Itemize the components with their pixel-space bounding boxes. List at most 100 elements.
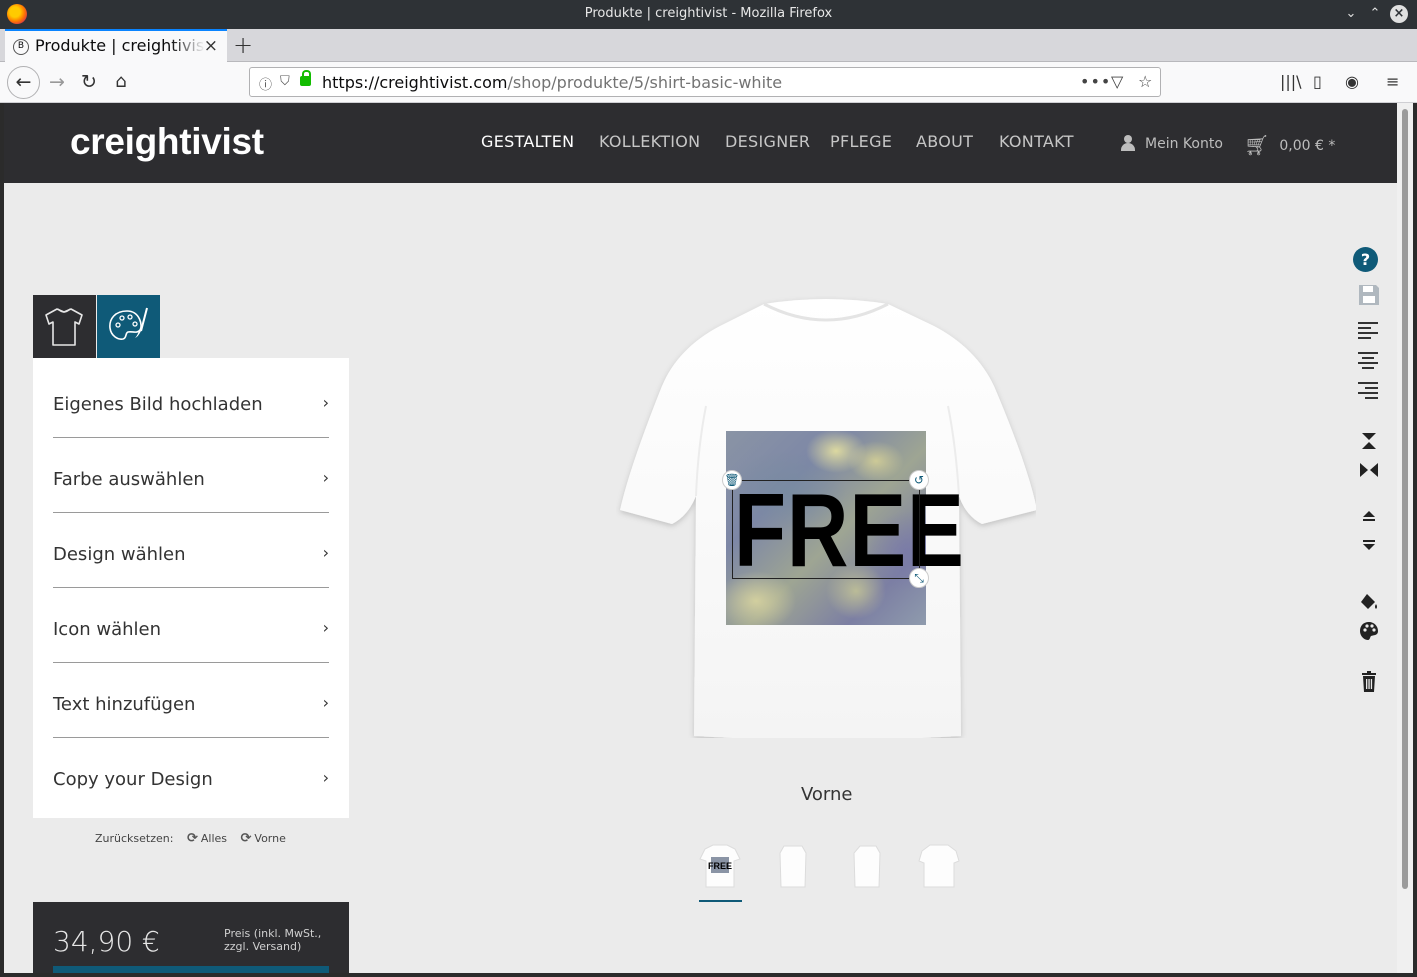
bookmark-star-icon[interactable]: ☆: [1138, 72, 1152, 91]
menu-choose-color[interactable]: Farbe auswählen ›: [53, 438, 329, 513]
url-domain: https://creightivist.com: [322, 73, 508, 92]
user-icon: [1120, 135, 1136, 151]
browser-tab-active[interactable]: B Produkte | creightivist ×: [5, 29, 227, 62]
window-frame-right: [1413, 103, 1417, 977]
sidebar-icon[interactable]: ▯: [1313, 72, 1322, 91]
window-title: Produkte | creightivist - Mozilla Firefo…: [584, 6, 833, 21]
fill-bucket-icon[interactable]: [1357, 591, 1381, 615]
add-to-cart-button[interactable]: [53, 966, 329, 973]
refresh-icon: ⟳: [240, 831, 252, 846]
help-icon[interactable]: ?: [1353, 247, 1378, 272]
close-window-icon[interactable]: ×: [1390, 5, 1408, 23]
menu-item-label: Icon wählen: [53, 619, 161, 640]
account-avatar-icon[interactable]: ◉: [1345, 72, 1359, 91]
nav-designer[interactable]: DESIGNER: [725, 132, 810, 151]
nav-kollektion[interactable]: KOLLEKTION: [599, 132, 700, 151]
account-link[interactable]: Mein Konto: [1120, 135, 1223, 152]
design-options-menu: Eigenes Bild hochladen › Farbe auswählen ›…: [33, 358, 349, 818]
menu-item-label: Eigenes Bild hochladen: [53, 394, 263, 415]
site-header: creightivist GESTALTEN KOLLEKTION DESIGN…: [4, 103, 1397, 183]
menu-choose-icon[interactable]: Icon wählen ›: [53, 588, 329, 663]
tshirt-outline-icon: [45, 308, 83, 346]
flip-horizontal-icon[interactable]: [1357, 460, 1381, 484]
price-note: Preis (inkl. MwSt., zzgl. Versand): [224, 927, 322, 953]
view-label: Vorne: [801, 784, 853, 805]
url-bar[interactable]: ⓘ ⛉ https://creightivist.com/shop/produk…: [249, 67, 1161, 97]
account-label: Mein Konto: [1145, 136, 1223, 152]
delete-trash-icon[interactable]: [1357, 671, 1381, 695]
send-backward-icon[interactable]: [1357, 537, 1381, 561]
library-icon[interactable]: |||\: [1280, 72, 1302, 91]
page-scrollbar[interactable]: [1397, 103, 1413, 973]
scrollbar-thumb[interactable]: [1402, 109, 1408, 889]
home-icon[interactable]: ⌂: [105, 67, 137, 99]
align-left-icon[interactable]: [1358, 322, 1378, 340]
pocket-icon[interactable]: ▽: [1111, 72, 1123, 91]
save-icon[interactable]: [1357, 283, 1381, 307]
forward-arrow-icon[interactable]: →: [41, 67, 73, 99]
reload-icon[interactable]: ↻: [73, 67, 105, 99]
web-page: creightivist GESTALTEN KOLLEKTION DESIGN…: [4, 103, 1397, 973]
url-path: /shop/produkte/5/shirt-basic-white: [507, 73, 783, 92]
url-text[interactable]: https://creightivist.com/shop/produkte/5…: [322, 73, 782, 92]
new-tab-plus-icon[interactable]: +: [233, 31, 253, 59]
align-center-icon[interactable]: [1358, 352, 1378, 370]
reset-front-button[interactable]: ⟳ Vorne: [240, 831, 286, 846]
price-box: 34,90 € Preis (inkl. MwSt., zzgl. Versan…: [33, 902, 349, 973]
minimize-window-chevron-icon[interactable]: ⌄: [1342, 5, 1360, 23]
flip-vertical-icon[interactable]: [1357, 431, 1381, 455]
cart-link[interactable]: 🛒︎ 0,00 € *: [1244, 133, 1335, 157]
window-frame-bottom: [0, 973, 1417, 977]
thumbnail-right-side[interactable]: [918, 843, 960, 889]
window-titlebar: Produkte | creightivist - Mozilla Firefo…: [0, 0, 1417, 29]
menu-copy-design[interactable]: Copy your Design ›: [53, 738, 329, 813]
chevron-right-icon: ›: [322, 393, 329, 412]
selection-box[interactable]: [732, 480, 920, 579]
menu-item-label: Text hinzufügen: [53, 694, 196, 715]
chevron-right-icon: ›: [322, 693, 329, 712]
back-arrow-icon[interactable]: ←: [7, 66, 40, 99]
chevron-right-icon: ›: [322, 543, 329, 562]
rotate-handle-icon[interactable]: ↺: [909, 470, 929, 490]
tab-title: Produkte | creightivist: [35, 36, 205, 55]
menu-choose-design[interactable]: Design wählen ›: [53, 513, 329, 588]
thumbnail-back[interactable]: [772, 843, 814, 889]
reset-label: Zurücksetzen:: [95, 832, 174, 845]
info-icon[interactable]: ⓘ: [259, 74, 272, 93]
menu-upload-image[interactable]: Eigenes Bild hochladen ›: [53, 363, 329, 438]
nav-kontakt[interactable]: KONTAKT: [999, 132, 1074, 151]
reset-all-button[interactable]: ⟳ Alles: [187, 831, 227, 846]
thumbnail-left-side[interactable]: [846, 843, 888, 889]
svg-text:FREE: FREE: [708, 861, 732, 871]
palette-brush-icon: [109, 307, 148, 340]
bring-forward-icon[interactable]: [1357, 507, 1381, 531]
nav-about[interactable]: ABOUT: [916, 132, 973, 151]
chevron-right-icon: ›: [322, 768, 329, 787]
active-thumbnail-indicator: [699, 900, 742, 902]
tracking-shield-icon[interactable]: ⛉: [280, 74, 290, 89]
tab-design-palette[interactable]: [97, 295, 160, 358]
hamburger-menu-icon[interactable]: ≡: [1386, 72, 1399, 91]
page-actions-ellipsis-icon[interactable]: •••: [1080, 72, 1111, 91]
site-favicon-icon: B: [13, 39, 29, 55]
color-palette-icon[interactable]: [1357, 620, 1381, 644]
chevron-right-icon: ›: [322, 468, 329, 487]
maximize-window-chevron-icon[interactable]: ⌃: [1366, 5, 1384, 23]
reset-all-label: Alles: [200, 832, 227, 845]
chevron-right-icon: ›: [322, 618, 329, 637]
tab-product-shirt[interactable]: [33, 295, 96, 358]
nav-pflege[interactable]: PFLEGE: [830, 132, 892, 151]
menu-add-text[interactable]: Text hinzufügen ›: [53, 663, 329, 738]
align-right-icon[interactable]: [1358, 382, 1378, 400]
close-tab-icon[interactable]: ×: [204, 36, 218, 56]
delete-element-trash-icon[interactable]: 🗑︎: [722, 470, 742, 490]
tab-strip: B Produkte | creightivist × +: [0, 29, 1417, 62]
cart-total: 0,00 € *: [1279, 138, 1336, 154]
menu-item-label: Farbe auswählen: [53, 469, 205, 490]
site-logo[interactable]: creightivist: [70, 121, 264, 163]
resize-handle-icon[interactable]: ⤡: [909, 568, 929, 588]
reset-row: Zurücksetzen: ⟳ Alles ⟳ Vorne: [95, 831, 286, 846]
nav-gestalten[interactable]: GESTALTEN: [481, 132, 574, 151]
thumbnail-front[interactable]: FREE: [699, 843, 741, 889]
navigation-toolbar: ← → ↻ ⌂ ⓘ ⛉ https://creightivist.com/sho…: [0, 62, 1417, 103]
